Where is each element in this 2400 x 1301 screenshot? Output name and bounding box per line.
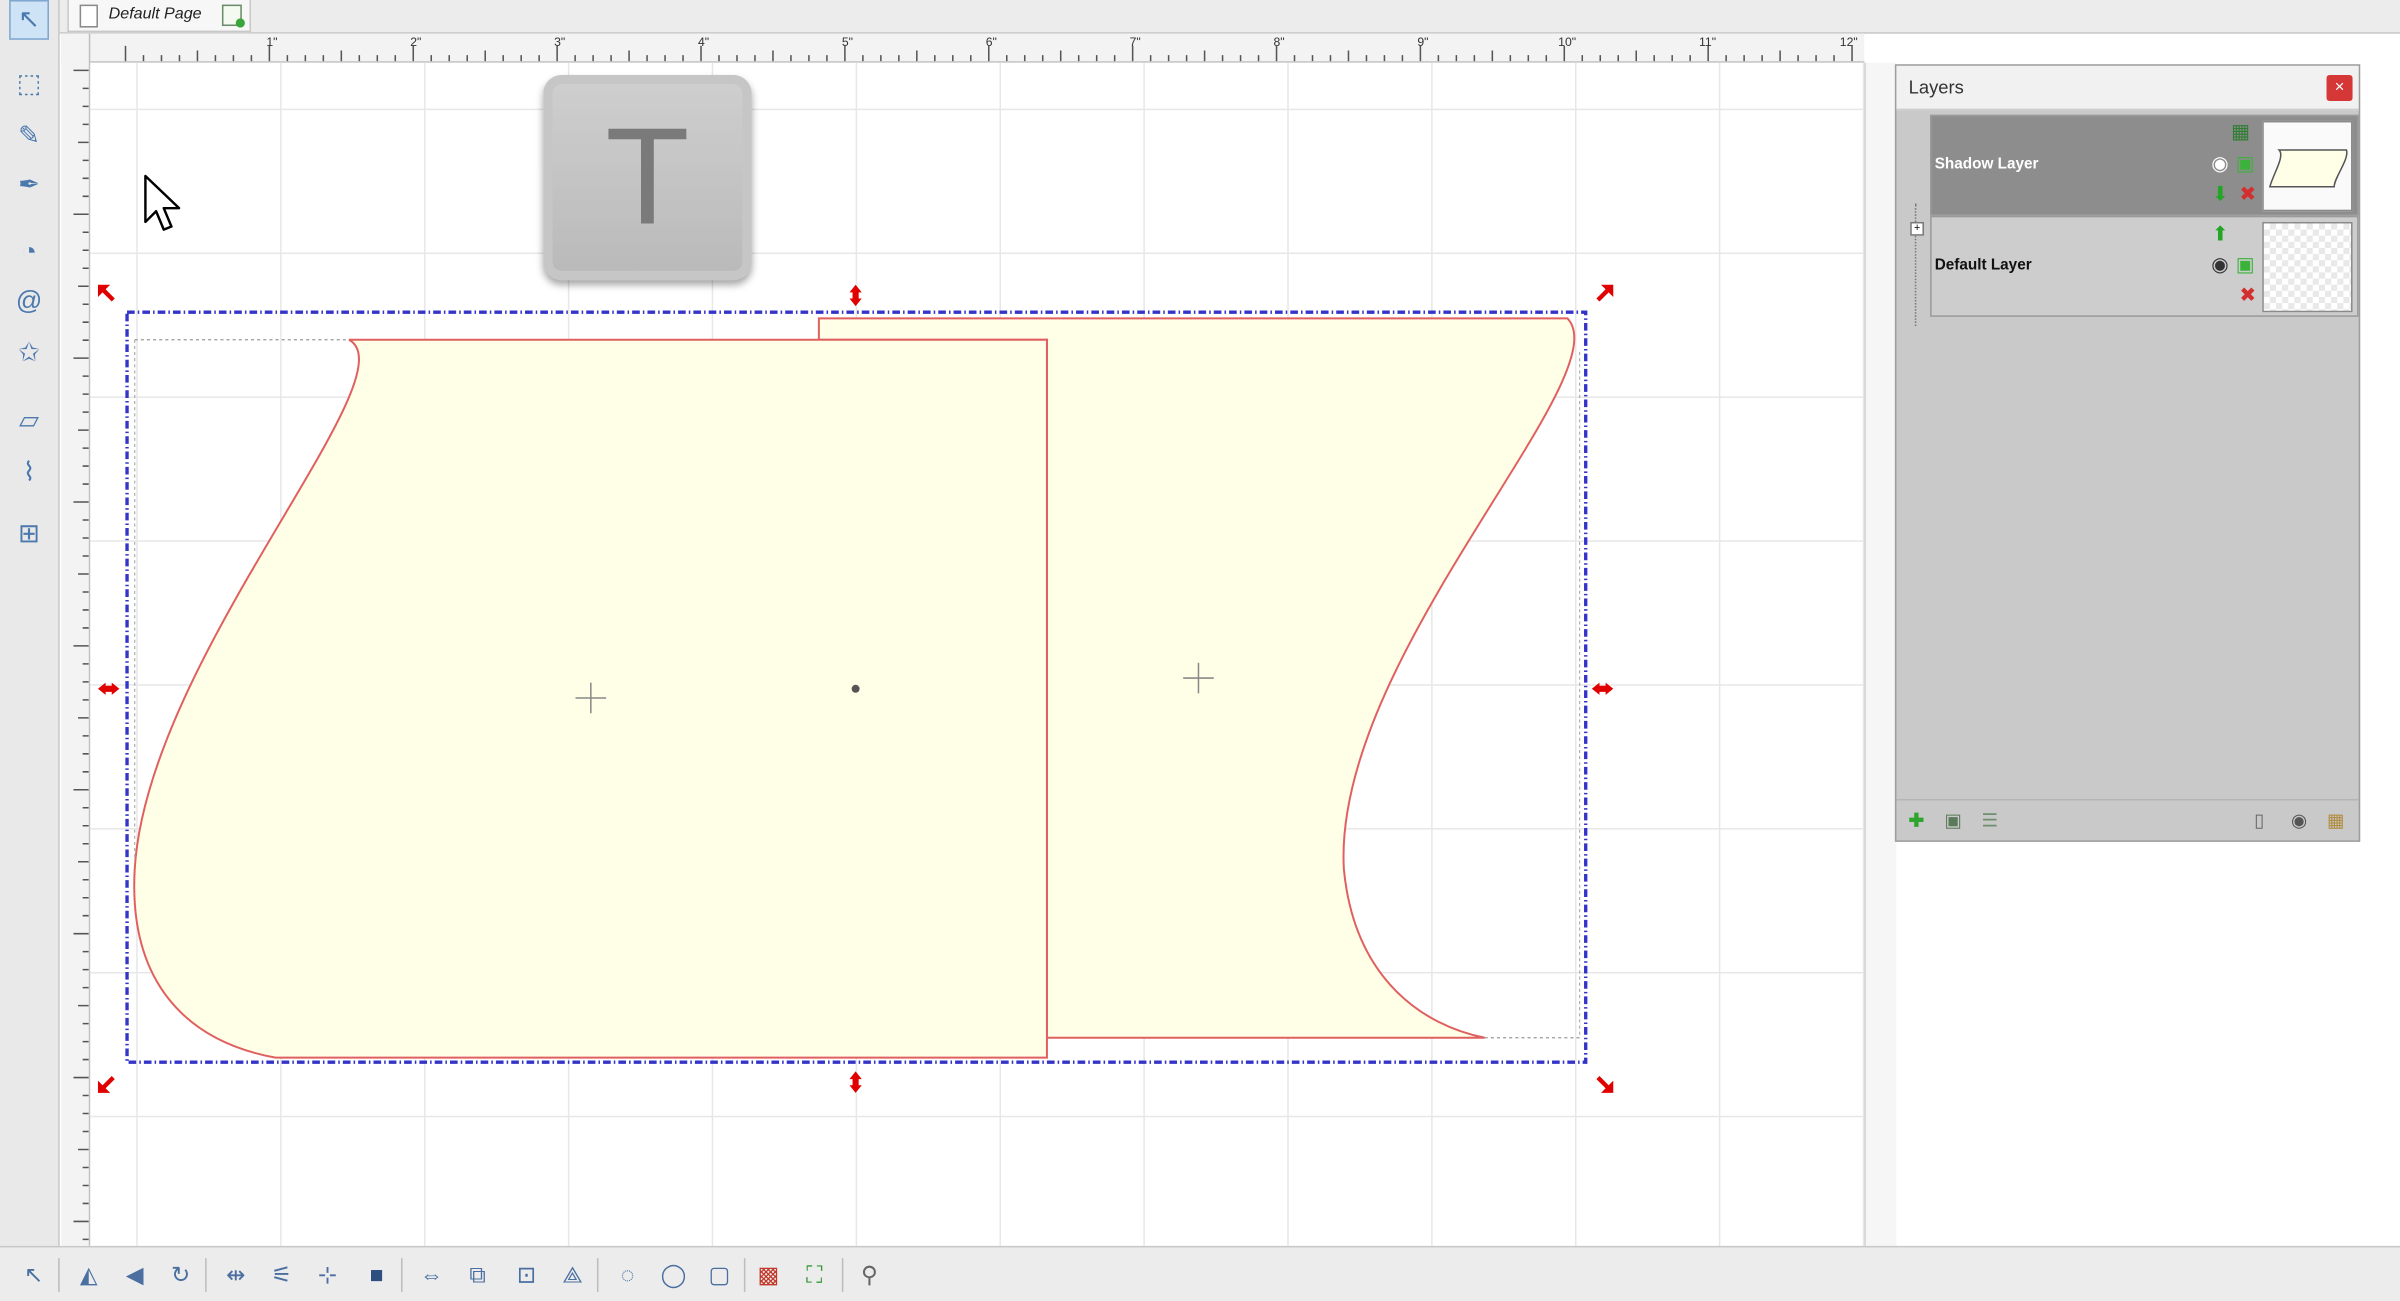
vertical-ruler-ticks xyxy=(73,69,89,1241)
close-icon[interactable]: × xyxy=(2326,74,2353,102)
speech-bubble-icon[interactable]: ◯ xyxy=(655,1257,692,1294)
mouse-cursor-icon xyxy=(144,174,181,231)
ruler-label: 12" xyxy=(1839,35,1858,49)
horizontal-ruler-ticks xyxy=(124,45,1853,62)
expand-collapse-icon[interactable]: + xyxy=(1910,221,1924,236)
ruler-label: 2" xyxy=(410,35,422,49)
tab-label: Default Page xyxy=(108,4,202,23)
space-evenly-icon[interactable]: ⇔ xyxy=(413,1257,450,1294)
layer-name: Shadow Layer xyxy=(1934,156,2039,173)
flip-horizontal-icon[interactable]: ◭ xyxy=(70,1257,107,1294)
frame-icon[interactable]: ⛶ xyxy=(796,1257,833,1294)
layer-row-shadow[interactable]: Shadow Layer ▦ ◉ ▣ ⬇ ✖ xyxy=(1930,114,2359,216)
layers-panel: Layers × + Shadow Layer ▦ ◉ ▣ ⬇ ✖ Defaul… xyxy=(1894,64,2361,842)
ruler-label: 9" xyxy=(1417,35,1429,49)
pattern-fill-icon[interactable]: ▩ xyxy=(750,1257,787,1294)
box-icon[interactable]: ▢ xyxy=(701,1257,738,1294)
handle-bottom-right xyxy=(1596,1076,1614,1093)
lock-all-icon[interactable]: ▦ xyxy=(2322,807,2350,835)
document-icon xyxy=(79,4,98,28)
select-arrow-icon[interactable]: ↖ xyxy=(15,1257,52,1294)
pen-tool-icon[interactable]: ✒ xyxy=(9,165,49,205)
keypress-overlay: T xyxy=(543,74,752,281)
node-edit-icon[interactable]: ⬚ xyxy=(9,64,49,104)
add-sublayer-icon[interactable]: ▣ xyxy=(1939,807,1967,835)
layer-settings-icon[interactable]: ▦ xyxy=(2231,121,2250,141)
ruler-label: 11" xyxy=(1698,35,1717,49)
canvas-margin xyxy=(1864,62,1897,1246)
bottom-toolbar: ↖ ◭ ◀ ↻ ⇹ ⚟ ⊹ ■ ⇔ ⧉ ⊡ ⟁ ◌ ◯ ▢ ▩ ⛶ ⚲ xyxy=(0,1245,2400,1301)
layer-row-default[interactable]: Default Layer ⬆ ◉ ▣ ✖ xyxy=(1930,215,2359,317)
group-icon[interactable]: ⧉ xyxy=(459,1257,496,1294)
trash-icon[interactable]: ▯ xyxy=(2245,807,2273,835)
add-page-icon[interactable] xyxy=(221,4,245,28)
ruler-label: 4" xyxy=(697,35,710,49)
layer-name: Default Layer xyxy=(1934,257,2032,274)
handle-bottom-middle xyxy=(849,1071,862,1093)
ungroup-icon[interactable]: ⊡ xyxy=(508,1257,545,1294)
app-window: Default Page ↖ ⬚ ✎ ✒ ◔ @ ✩ ▱ ⌇ ⊞ 1" 2" 3… xyxy=(0,0,2400,1301)
distribute-icon[interactable]: ⚟ xyxy=(263,1257,300,1294)
ruler-label: 8" xyxy=(1273,35,1285,49)
eraser-icon[interactable]: ▱ xyxy=(9,401,49,441)
lock-icon[interactable]: ▣ xyxy=(2236,254,2255,274)
select-arrow-icon[interactable]: ↖ xyxy=(9,0,49,40)
handle-top-middle xyxy=(849,284,862,307)
rotate-circle-icon[interactable]: ◌ xyxy=(609,1257,646,1294)
handle-left-middle xyxy=(97,682,120,695)
show-all-eye-icon[interactable]: ◉ xyxy=(2285,807,2313,835)
handle-top-right xyxy=(1596,284,1614,302)
handle-right-middle xyxy=(1591,682,1614,695)
rotate-icon[interactable]: ↻ xyxy=(162,1257,199,1294)
layer-thumbnail xyxy=(2262,120,2353,212)
wand-icon[interactable]: ⚲ xyxy=(851,1257,888,1294)
weld-icon[interactable]: ⟁ xyxy=(554,1257,591,1294)
ruler-label: 3" xyxy=(554,35,566,49)
left-toolbar: ↖ ⬚ ✎ ✒ ◔ @ ✩ ▱ ⌇ ⊞ xyxy=(0,0,60,1300)
measure-icon[interactable]: ⊞ xyxy=(9,514,49,554)
star-icon[interactable]: ✩ xyxy=(9,334,49,374)
ruler-label: 5" xyxy=(841,35,854,49)
tab-default-page[interactable]: Default Page xyxy=(67,0,252,33)
move-layer-down-icon[interactable]: ⬇ xyxy=(2212,184,2229,204)
flip-vertical-icon[interactable]: ◀ xyxy=(116,1257,153,1294)
rotation-center-point[interactable] xyxy=(851,684,860,693)
pencil-icon[interactable]: ✎ xyxy=(9,116,49,156)
knife-icon[interactable]: ⌇ xyxy=(9,453,49,493)
visibility-eye-icon[interactable]: ◉ xyxy=(2211,153,2228,173)
ruler-label: 7" xyxy=(1129,35,1141,49)
layers-panel-title: Layers xyxy=(1908,76,1964,98)
layer-thumbnail xyxy=(2262,221,2353,313)
spiral-icon[interactable]: @ xyxy=(9,282,49,322)
align-icon[interactable]: ⇹ xyxy=(217,1257,254,1294)
lock-icon[interactable]: ▣ xyxy=(2236,153,2255,173)
add-layer-icon[interactable]: ✚ xyxy=(1903,807,1931,835)
vertical-ruler[interactable] xyxy=(61,33,91,1246)
document-tab-strip: Default Page xyxy=(0,0,2400,34)
drawing-canvas[interactable] xyxy=(90,62,1865,1246)
move-layer-up-icon[interactable]: ⬆ xyxy=(2212,223,2229,243)
layers-panel-titlebar[interactable]: Layers × xyxy=(1896,65,2359,111)
merge-layers-icon[interactable]: ☰ xyxy=(1976,807,2004,835)
layers-panel-buttons: ✚ ▣ ☰ ▯ ◉ ▦ xyxy=(1896,798,2359,840)
keypress-letter: T xyxy=(605,101,690,255)
visibility-eye-icon[interactable]: ◉ xyxy=(2211,254,2228,274)
center-icon[interactable]: ⊹ xyxy=(309,1257,346,1294)
handle-bottom-left xyxy=(97,1076,115,1093)
horizontal-ruler[interactable]: 1" 2" 3" 4" 5" 6" 7" 8" 9" 10" 11" 12" xyxy=(88,33,1865,63)
canvas-drawing xyxy=(97,284,1614,1093)
shapes-icon[interactable]: ◔ xyxy=(9,233,49,273)
handle-top-left xyxy=(97,284,115,302)
delete-layer-icon[interactable]: ✖ xyxy=(2239,285,2256,305)
ruler-label: 6" xyxy=(985,35,997,49)
shadow-icon[interactable]: ■ xyxy=(358,1257,395,1294)
ruler-label: 10" xyxy=(1558,35,1577,49)
delete-layer-icon[interactable]: ✖ xyxy=(2239,184,2256,204)
layer-thumbnail-shape xyxy=(2268,149,2348,188)
ruler-label: 1" xyxy=(266,35,278,49)
